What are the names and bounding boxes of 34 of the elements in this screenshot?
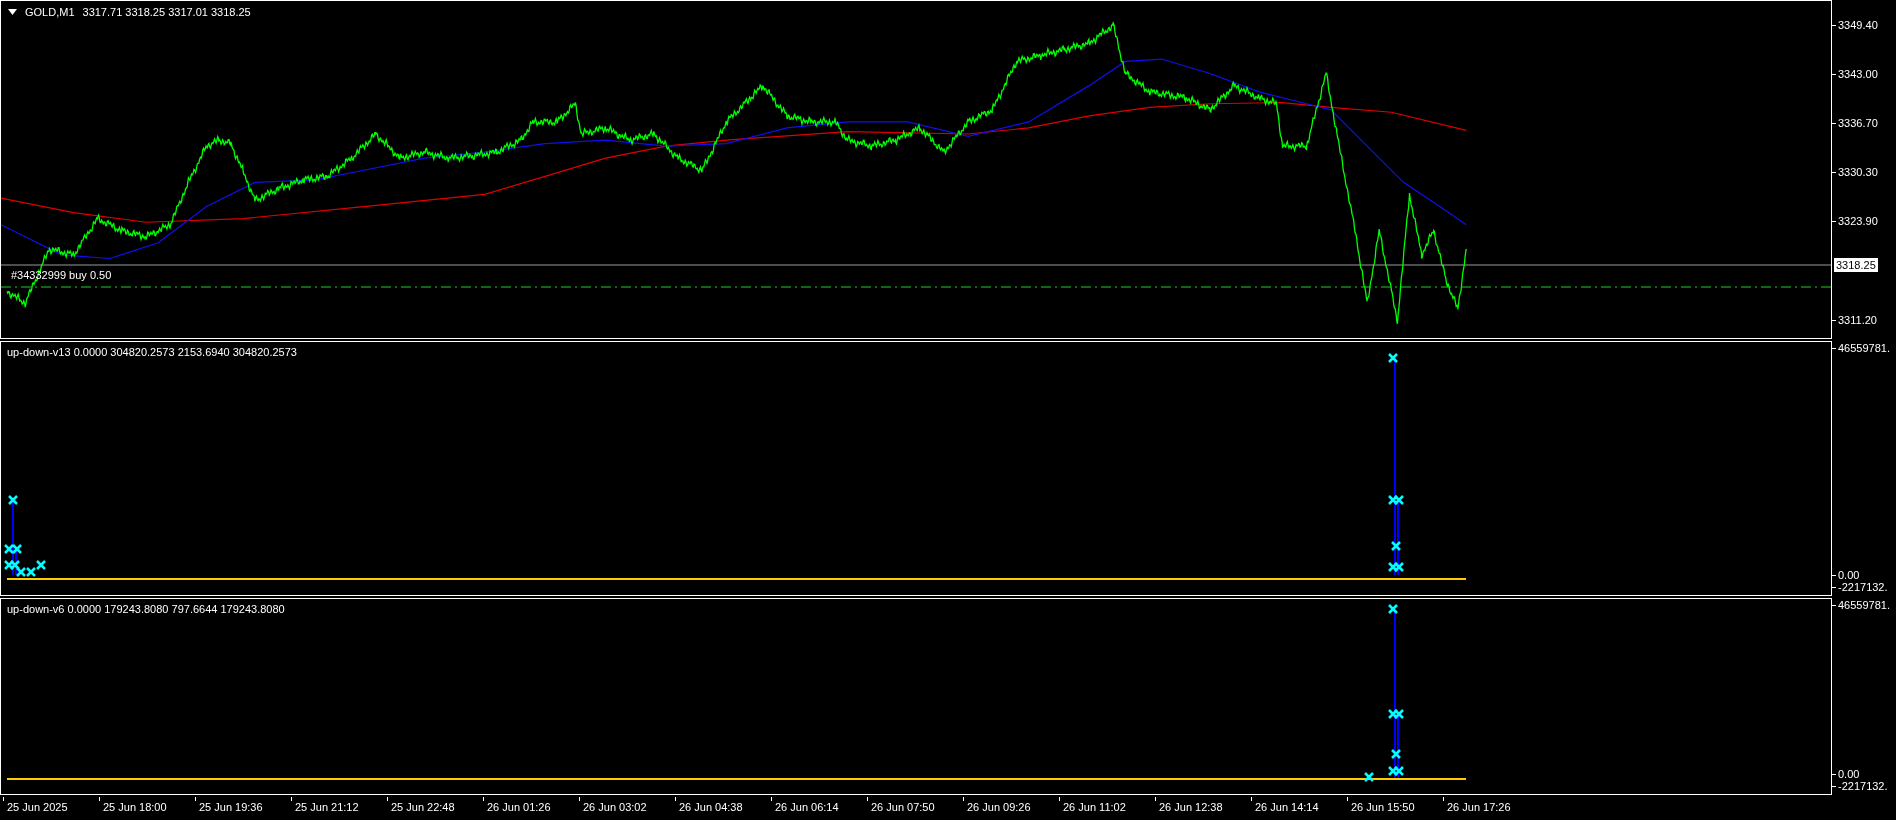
ohlc-values: 3317.71 3318.25 3317.01 3318.25 [82,6,251,18]
current-price-label: 3318.25 [1834,258,1878,272]
time-axis-label: 25 Jun 22:48 [387,797,483,820]
indicator-axis-label: -2217132. [1832,581,1888,594]
indicator-axis-label: 46559781. [1832,342,1890,355]
dropdown-triangle-icon[interactable] [8,9,17,15]
time-axis-label: 26 Jun 15:50 [1347,797,1443,820]
price-axis-label: 3349.40 [1832,19,1878,32]
time-axis-label: 26 Jun 01:26 [483,797,579,820]
time-axis-label: 25 Jun 18:00 [99,797,195,820]
indicator-axis-label: 0.00 [1832,768,1860,781]
indicator-title: up-down-v13 0.0000 304820.2573 2153.6940 304820.2573 [7,346,297,358]
price-axis-label: 3311.20 [1832,314,1877,327]
time-axis-label: 26 Jun 09:26 [963,797,1059,820]
symbol-label: GOLD,M1 [25,6,75,18]
indicator-title: up-down-v6 0.0000 179243.8080 797.6644 179243.8080 [7,603,285,615]
time-axis-label: 26 Jun 04:38 [675,797,771,820]
price-axis-label: 3323.90 [1832,215,1878,228]
time-axis-label: 26 Jun 12:38 [1155,797,1251,820]
time-axis-label: 26 Jun 11:02 [1059,797,1155,820]
indicator-axis-label: -2217132. [1832,780,1888,793]
time-axis-label: 25 Jun 19:36 [195,797,291,820]
indicator-axis-label: 46559781. [1832,599,1890,612]
indicator-axis-label: 0.00 [1832,569,1860,582]
time-axis-label: 25 Jun 2025 [3,797,99,820]
price-axis-label: 3330.30 [1832,166,1878,179]
time-axis-label: 26 Jun 14:14 [1251,797,1347,820]
time-axis-label: 26 Jun 17:26 [1443,797,1539,820]
time-axis-label: 26 Jun 03:02 [579,797,675,820]
time-axis-label: 25 Jun 21:12 [291,797,387,820]
price-axis-label: 3343.00 [1832,68,1878,81]
time-axis-label: 26 Jun 06:14 [771,797,867,820]
price-axis-label: 3336.70 [1832,117,1878,130]
time-axis-label: 26 Jun 07:50 [867,797,963,820]
